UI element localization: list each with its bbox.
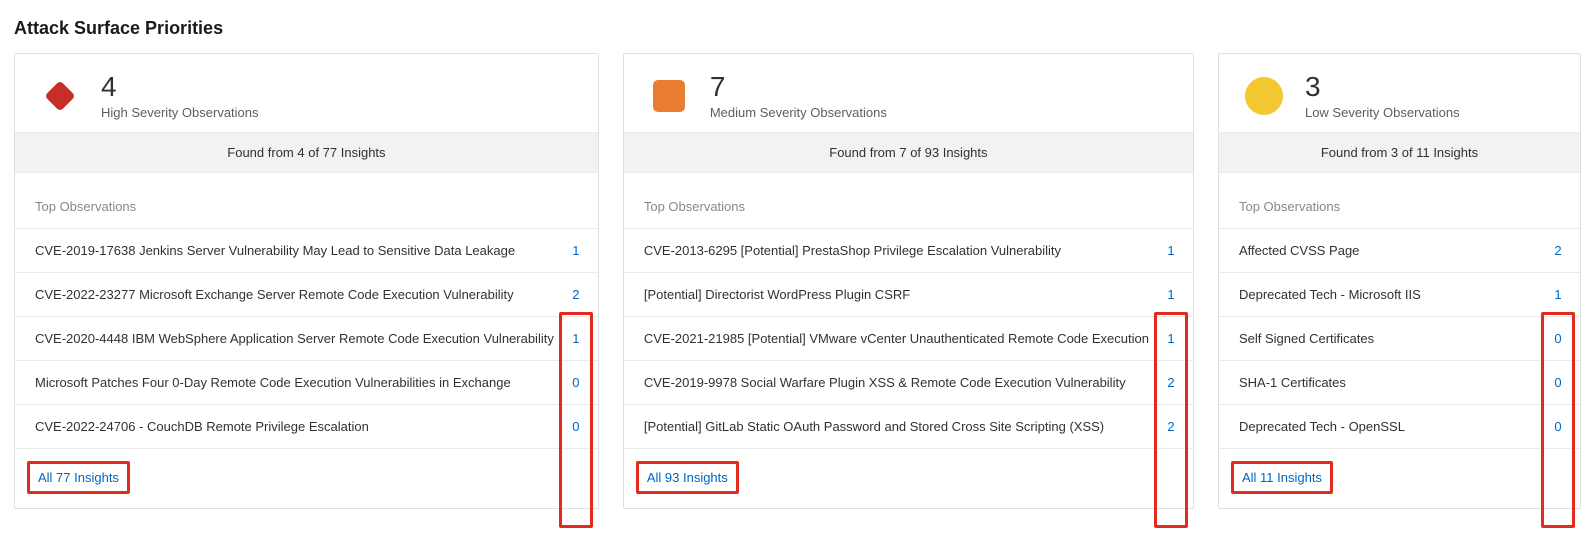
observation-count[interactable]: 1 <box>1157 231 1185 269</box>
low-severity-circle-icon <box>1241 73 1287 119</box>
observation-text: Deprecated Tech - Microsoft IIS <box>1227 287 1544 302</box>
top-observations-label: Top Observations <box>15 173 598 228</box>
observation-count[interactable]: 2 <box>1544 231 1572 269</box>
high-observation-list: CVE-2019-17638 Jenkins Server Vulnerabil… <box>15 228 598 448</box>
card-header: 7 Medium Severity Observations <box>624 54 1193 132</box>
card-header: 4 High Severity Observations <box>15 54 598 132</box>
medium-found-summary: Found from 7 of 93 Insights <box>624 132 1193 173</box>
observation-row[interactable]: CVE-2021-21985 [Potential] VMware vCente… <box>624 316 1193 360</box>
medium-count: 7 <box>710 72 887 103</box>
observation-row[interactable]: CVE-2019-9978 Social Warfare Plugin XSS … <box>624 360 1193 404</box>
priority-cards-row: 4 High Severity Observations Found from … <box>14 53 1581 509</box>
low-severity-card: 3 Low Severity Observations Found from 3… <box>1218 53 1581 509</box>
observation-row[interactable]: Deprecated Tech - Microsoft IIS 1 <box>1219 272 1580 316</box>
observation-row[interactable]: Self Signed Certificates 0 <box>1219 316 1580 360</box>
observation-text: [Potential] Directorist WordPress Plugin… <box>632 287 1157 302</box>
observation-text: Affected CVSS Page <box>1227 243 1544 258</box>
observation-row[interactable]: [Potential] GitLab Static OAuth Password… <box>624 404 1193 448</box>
observation-count[interactable]: 1 <box>562 319 590 357</box>
observation-row[interactable]: CVE-2020-4448 IBM WebSphere Application … <box>15 316 598 360</box>
observation-row[interactable]: CVE-2022-23277 Microsoft Exchange Server… <box>15 272 598 316</box>
medium-severity-card: 7 Medium Severity Observations Found fro… <box>623 53 1194 509</box>
high-count: 4 <box>101 72 259 103</box>
observation-count[interactable]: 0 <box>562 363 590 401</box>
observation-row[interactable]: CVE-2013-6295 [Potential] PrestaShop Pri… <box>624 228 1193 272</box>
observation-row[interactable]: CVE-2022-24706 - CouchDB Remote Privileg… <box>15 404 598 448</box>
observation-text: CVE-2022-24706 - CouchDB Remote Privileg… <box>23 419 562 434</box>
medium-severity-square-icon <box>646 73 692 119</box>
all-insights-link-low[interactable]: All 11 Insights <box>1231 461 1333 494</box>
top-observations-label: Top Observations <box>1219 173 1580 228</box>
observation-count[interactable]: 1 <box>562 231 590 269</box>
all-insights-link-medium[interactable]: All 93 Insights <box>636 461 739 494</box>
observation-count[interactable]: 2 <box>562 275 590 313</box>
low-found-summary: Found from 3 of 11 Insights <box>1219 132 1580 173</box>
observation-row[interactable]: Affected CVSS Page 2 <box>1219 228 1580 272</box>
observation-text: CVE-2021-21985 [Potential] VMware vCente… <box>632 331 1157 346</box>
observation-text: [Potential] GitLab Static OAuth Password… <box>632 419 1157 434</box>
top-observations-label: Top Observations <box>624 173 1193 228</box>
observation-row[interactable]: CVE-2019-17638 Jenkins Server Vulnerabil… <box>15 228 598 272</box>
observation-count[interactable]: 2 <box>1157 363 1185 401</box>
observation-count[interactable]: 2 <box>1157 407 1185 445</box>
observation-text: Deprecated Tech - OpenSSL <box>1227 419 1544 434</box>
observation-count[interactable]: 0 <box>562 407 590 445</box>
observation-text: CVE-2019-17638 Jenkins Server Vulnerabil… <box>23 243 562 258</box>
high-label: High Severity Observations <box>101 105 259 120</box>
observation-row[interactable]: Microsoft Patches Four 0-Day Remote Code… <box>15 360 598 404</box>
card-header: 3 Low Severity Observations <box>1219 54 1580 132</box>
observation-text: CVE-2022-23277 Microsoft Exchange Server… <box>23 287 562 302</box>
low-observation-list: Affected CVSS Page 2 Deprecated Tech - M… <box>1219 228 1580 448</box>
observation-count[interactable]: 0 <box>1544 319 1572 357</box>
medium-observation-list: CVE-2013-6295 [Potential] PrestaShop Pri… <box>624 228 1193 448</box>
observation-row[interactable]: Deprecated Tech - OpenSSL 0 <box>1219 404 1580 448</box>
observation-text: CVE-2019-9978 Social Warfare Plugin XSS … <box>632 375 1157 390</box>
high-found-summary: Found from 4 of 77 Insights <box>15 132 598 173</box>
observation-text: Microsoft Patches Four 0-Day Remote Code… <box>23 375 562 390</box>
observation-row[interactable]: [Potential] Directorist WordPress Plugin… <box>624 272 1193 316</box>
observation-count[interactable]: 1 <box>1544 275 1572 313</box>
high-severity-card: 4 High Severity Observations Found from … <box>14 53 599 509</box>
observation-count[interactable]: 1 <box>1157 319 1185 357</box>
observation-text: Self Signed Certificates <box>1227 331 1544 346</box>
observation-text: CVE-2020-4448 IBM WebSphere Application … <box>23 331 562 346</box>
observation-count[interactable]: 0 <box>1544 407 1572 445</box>
observation-count[interactable]: 1 <box>1157 275 1185 313</box>
observation-count[interactable]: 0 <box>1544 363 1572 401</box>
observation-row[interactable]: SHA-1 Certificates 0 <box>1219 360 1580 404</box>
observation-text: SHA-1 Certificates <box>1227 375 1544 390</box>
low-count: 3 <box>1305 72 1460 103</box>
observation-text: CVE-2013-6295 [Potential] PrestaShop Pri… <box>632 243 1157 258</box>
medium-label: Medium Severity Observations <box>710 105 887 120</box>
high-severity-diamond-icon <box>37 73 83 119</box>
all-insights-link-high[interactable]: All 77 Insights <box>27 461 130 494</box>
low-label: Low Severity Observations <box>1305 105 1460 120</box>
page-title: Attack Surface Priorities <box>14 18 1581 39</box>
